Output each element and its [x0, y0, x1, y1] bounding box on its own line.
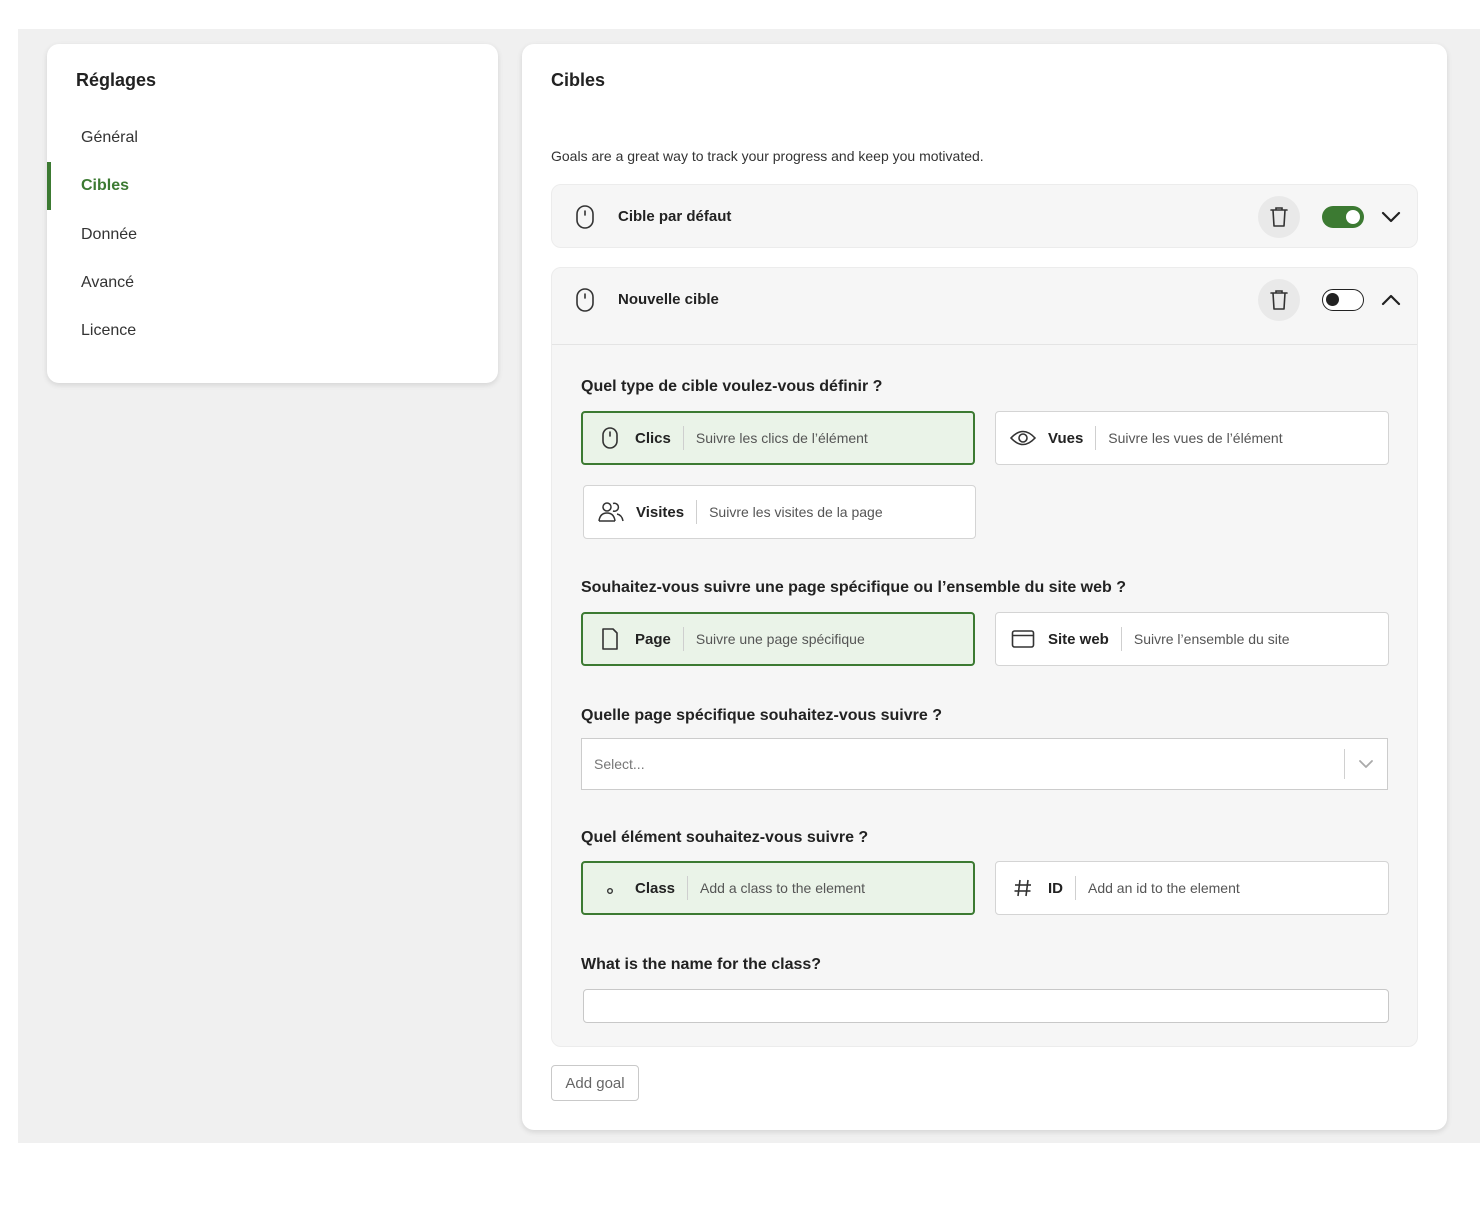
browser-icon	[1010, 627, 1036, 651]
option-description: Suivre une page spécifique	[695, 631, 865, 647]
option-description: Add a class to the element	[700, 880, 866, 896]
option-label: Clics	[635, 429, 671, 447]
sidebar-title: Réglages	[76, 70, 157, 90]
hash-icon	[1010, 876, 1036, 900]
delete-goal-button[interactable]	[1258, 279, 1300, 321]
chevron-down-icon[interactable]	[1345, 759, 1387, 769]
option-description: Suivre les vues de l’élément	[1108, 430, 1283, 446]
option-label: Visites	[636, 503, 685, 521]
goal-type-option-clics[interactable]: Clics Suivre les clics de l’élément	[581, 411, 975, 465]
option-separator	[1120, 627, 1122, 651]
goal-item-new: Nouvelle cible Quel type de cible voulez…	[551, 267, 1418, 1047]
option-description: Suivre l’ensemble du site	[1133, 631, 1290, 647]
goal-enabled-toggle[interactable]	[1322, 289, 1364, 311]
goal-item-default: Cible par défaut	[551, 184, 1418, 248]
page-select-placeholder: Select...	[594, 756, 645, 772]
option-separator	[687, 876, 689, 900]
goal-name: Nouvelle cible	[618, 291, 719, 308]
sidebar-item-general[interactable]: Général	[47, 114, 498, 162]
option-label: Page	[635, 630, 671, 648]
file-icon	[597, 627, 623, 651]
option-description: Suivre les visites de la page	[709, 504, 883, 520]
page-title: Cibles	[551, 70, 606, 90]
option-label: Vues	[1048, 429, 1084, 447]
element-question: Quel élément souhaitez-vous suivre ?	[581, 829, 869, 846]
delete-goal-button[interactable]	[1258, 196, 1300, 238]
trash-icon	[1270, 207, 1288, 227]
option-label: Class	[635, 879, 676, 897]
option-description: Add an id to the element	[1088, 880, 1240, 896]
class-name-question: What is the name for the class?	[581, 956, 822, 973]
option-separator	[696, 500, 698, 524]
goal-type-option-visites[interactable]: Visites Suivre les visites de la page	[583, 485, 976, 539]
option-separator	[682, 426, 684, 450]
chevron-down-icon[interactable]	[1380, 207, 1402, 227]
goal-enabled-toggle[interactable]	[1322, 206, 1364, 228]
trash-icon	[1270, 290, 1288, 310]
mouse-icon	[597, 426, 623, 450]
specific-page-question: Quelle page spécifique souhaitez-vous su…	[581, 707, 942, 724]
toggle-knob	[1346, 210, 1360, 224]
goal-type-question: Quel type de cible voulez-vous définir ?	[581, 378, 883, 395]
option-label: Site web	[1048, 630, 1109, 648]
class-name-input[interactable]	[583, 989, 1389, 1023]
mouse-icon	[576, 205, 594, 229]
option-label: ID	[1048, 879, 1063, 897]
sidebar-item-donnee[interactable]: Donnée	[47, 211, 498, 259]
goal-name: Cible par défaut	[618, 208, 732, 225]
option-description: Suivre les clics de l’élément	[695, 430, 868, 446]
settings-sidebar: Réglages Général Cibles Donnée Avancé Li…	[47, 44, 498, 383]
element-option-class[interactable]: Class Add a class to the element	[581, 861, 975, 915]
goal-scope-question: Souhaitez-vous suivre une page spécifiqu…	[581, 579, 1127, 596]
goal-type-option-vues[interactable]: Vues Suivre les vues de l’élément	[995, 411, 1389, 465]
option-separator	[1095, 426, 1097, 450]
eye-icon	[1010, 426, 1036, 450]
element-option-id[interactable]: ID Add an id to the element	[995, 861, 1389, 915]
sidebar-item-avance[interactable]: Avancé	[47, 259, 498, 307]
dot-icon	[597, 876, 623, 900]
option-separator	[1075, 876, 1076, 900]
toggle-knob	[1326, 293, 1339, 306]
page-select[interactable]: Select...	[581, 738, 1388, 790]
goal-scope-option-site[interactable]: Site web Suivre l’ensemble du site	[995, 612, 1389, 666]
mouse-icon	[576, 288, 594, 312]
goals-panel: Cibles Goals are a great way to track yo…	[522, 44, 1447, 1130]
add-goal-button[interactable]: Add goal	[551, 1065, 639, 1101]
chevron-up-icon[interactable]	[1380, 290, 1402, 310]
sidebar-item-licence[interactable]: Licence	[47, 307, 498, 355]
goal-header-divider	[552, 344, 1417, 345]
option-separator	[682, 627, 684, 651]
page-description: Goals are a great way to track your prog…	[551, 148, 984, 164]
sidebar-item-cibles[interactable]: Cibles	[47, 162, 498, 210]
goal-scope-option-page[interactable]: Page Suivre une page spécifique	[581, 612, 975, 666]
users-icon	[598, 500, 624, 524]
